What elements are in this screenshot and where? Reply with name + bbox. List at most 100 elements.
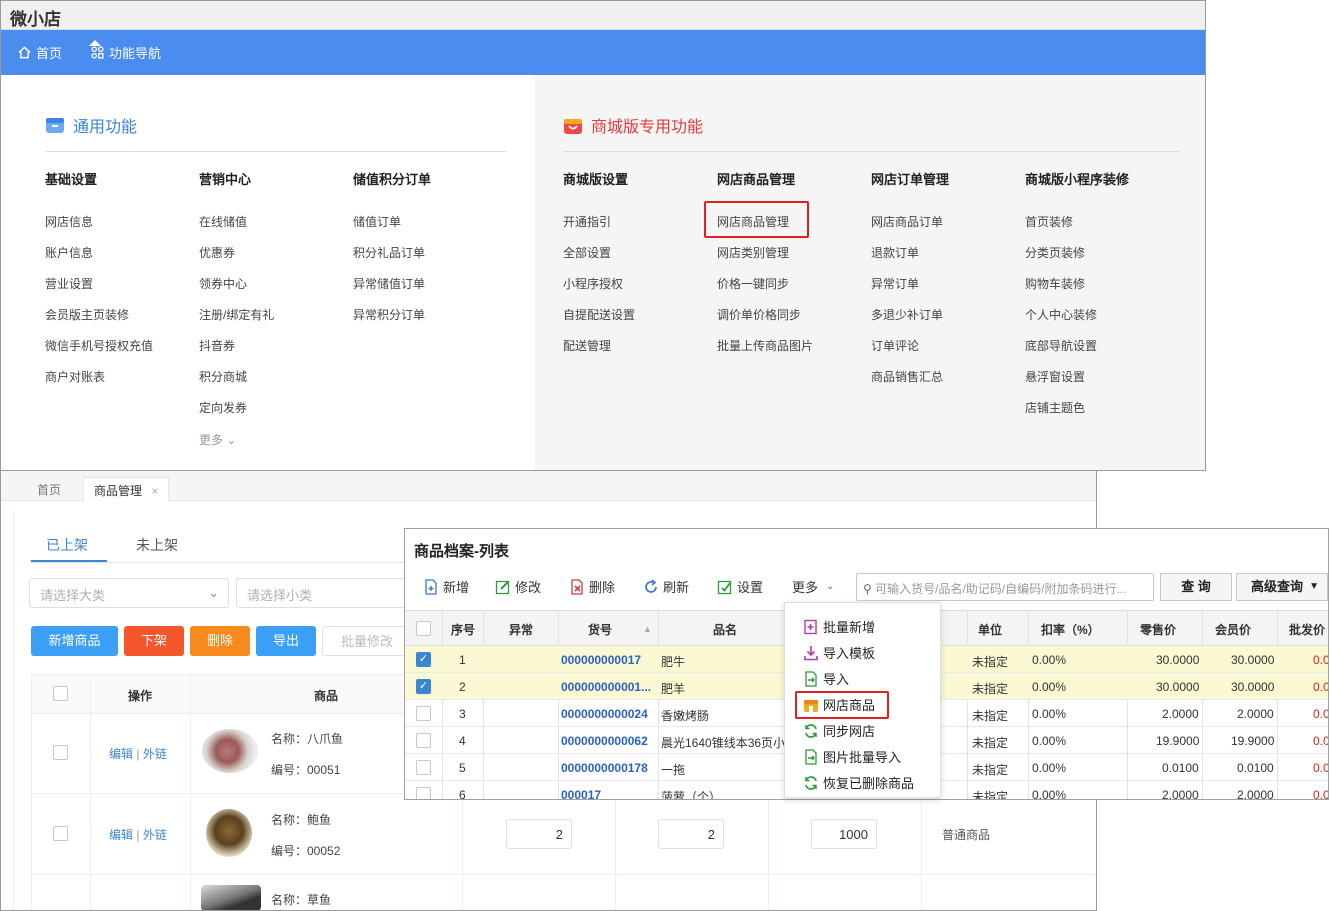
select-all-checkbox[interactable] [416,621,431,636]
menu-item[interactable]: 订单评论 [871,337,919,354]
menu-item[interactable]: 营业设置 [45,275,93,292]
menu-item[interactable]: 调价单价格同步 [717,306,801,323]
add-product-button[interactable]: 新增商品 [31,626,118,656]
menu-item[interactable]: 商品销售汇总 [871,368,943,385]
menu-item[interactable]: 账户信息 [45,244,93,261]
menu-item[interactable]: 网店信息 [45,213,93,230]
menu-item[interactable]: 注册/绑定有礼 [199,306,274,323]
menu-batch-image-import[interactable]: 图片批量导入 [803,747,901,766]
tab-home[interactable]: 首页 [27,477,71,501]
product-image [202,729,258,773]
sort-icon[interactable]: ▲ [643,621,652,635]
menu-item[interactable]: 异常订单 [871,275,919,292]
tab-product-management[interactable]: 商品管理 × [83,477,170,501]
delist-button[interactable]: 下架 [124,626,184,656]
menu-import[interactable]: 导入 [803,669,849,688]
menu-item[interactable]: 配送管理 [563,337,611,354]
menu-item[interactable]: 商户对账表 [45,368,105,385]
stock-input[interactable]: 2 [506,819,572,849]
box-icon [46,118,64,133]
add-button[interactable]: 新增 [423,577,469,596]
close-icon[interactable]: × [151,484,158,498]
menu-item[interactable]: 网店类别管理 [717,244,789,261]
menu-restore-deleted[interactable]: 恢复已删除商品 [803,773,914,792]
menu-item[interactable]: 在线储值 [199,213,247,230]
settings-button[interactable]: 设置 [717,577,763,596]
menu-item[interactable]: 分类页装修 [1025,244,1085,261]
menu-item[interactable]: 异常储值订单 [353,275,425,292]
menu-item[interactable]: 价格一键同步 [717,275,789,292]
menu-import-template[interactable]: 导入模板 [803,643,875,662]
refresh-button[interactable]: 刷新 [643,577,689,596]
delete-button[interactable]: 删除 [190,626,250,656]
product-image [201,885,261,910]
shop-bag-icon [564,119,582,134]
row-checkbox[interactable] [53,745,68,760]
menu-item[interactable]: 小程序授权 [563,275,623,292]
row-checkbox-checked[interactable]: ✓ [416,679,431,694]
row-checkbox[interactable] [416,706,431,721]
nav-function-guide[interactable]: 功能导航 [91,43,161,62]
menu-item[interactable]: 领券中心 [199,275,247,292]
edit-link[interactable]: 编辑 [109,828,133,842]
more-button[interactable]: 更多 ⌄ [792,577,834,596]
export-button[interactable]: 导出 [256,626,316,656]
row-checkbox[interactable] [53,826,68,841]
col-name: 品名 [713,623,738,637]
major-category-select[interactable]: 请选择大类 ⌄ [29,578,229,608]
menu-item[interactable]: 微信手机号授权充值 [45,337,153,354]
sync-icon [805,723,817,738]
menu-item[interactable]: 积分商城 [199,368,247,385]
menu-item[interactable]: 悬浮窗设置 [1025,368,1085,385]
menu-item[interactable]: 退款订单 [871,244,919,261]
menu-item[interactable]: 抖音券 [199,337,235,354]
menu-item[interactable]: 个人中心装修 [1025,306,1097,323]
more-link[interactable]: 更多 ⌄ [199,431,236,448]
menu-item[interactable]: 储值订单 [353,213,401,230]
edit-link[interactable]: 编辑 [109,747,133,761]
menu-item[interactable]: 自提配送设置 [563,306,635,323]
import-doc-icon [805,670,817,687]
search-input[interactable]: ⚲ 可输入货号/品名/助记码/自编码/附加条码进行... [856,573,1154,601]
row-checkbox[interactable] [416,787,431,799]
row-checkbox[interactable] [416,760,431,775]
query-button[interactable]: 查 询 [1160,573,1232,601]
delete-button[interactable]: 删除 [569,577,615,596]
product-type: 普通商品 [942,828,991,842]
menu-item[interactable]: 首页装修 [1025,213,1073,230]
external-link[interactable]: 外链 [143,828,167,842]
menu-item[interactable]: 定向发券 [199,399,247,416]
quantity-input[interactable]: 2 [658,819,724,849]
menu-batch-add[interactable]: 批量新增 [803,617,875,636]
advanced-query-button[interactable]: 高级查询 ▼ [1236,573,1328,601]
sort-input[interactable]: 1000 [811,819,877,849]
edit-button[interactable]: 修改 [495,577,541,596]
menu-sync-online[interactable]: 同步网店 [803,721,875,740]
menu-item[interactable]: 异常积分订单 [353,306,425,323]
col-miniprogram-decoration: 商城版小程序装修 [1025,172,1130,187]
menu-item[interactable]: 网店商品订单 [871,213,943,230]
menu-item[interactable]: 批量上传商品图片 [717,337,813,354]
menu-item-online-product-mgmt[interactable]: 网店商品管理 [717,213,789,230]
menu-item[interactable]: 全部设置 [563,244,611,261]
menu-item[interactable]: 开通指引 [563,213,611,230]
subtab-listed[interactable]: 已上架 [46,535,88,555]
subtab-divider [31,562,411,563]
row-checkbox[interactable] [416,733,431,748]
menu-item[interactable]: 会员版主页装修 [45,306,129,323]
row-checkbox-checked[interactable]: ✓ [416,652,431,667]
external-link[interactable]: 外链 [143,747,167,761]
batch-edit-button[interactable]: 批量修改 [322,626,412,656]
menu-item[interactable]: 底部导航设置 [1025,337,1097,354]
minor-category-select[interactable]: 请选择小类 [236,578,416,608]
menu-online-products[interactable]: 网店商品 [803,695,875,714]
menu-item[interactable]: 店铺主题色 [1025,399,1085,416]
nav-home[interactable]: 首页 [18,43,62,62]
menu-item[interactable]: 多退少补订单 [871,306,943,323]
menu-item[interactable]: 积分礼品订单 [353,244,425,261]
product-name: 名称：草鱼 [271,893,332,907]
menu-item[interactable]: 购物车装修 [1025,275,1085,292]
subtab-unlisted[interactable]: 未上架 [136,535,178,555]
menu-item[interactable]: 优惠券 [199,244,235,261]
select-all-checkbox[interactable] [53,686,68,701]
